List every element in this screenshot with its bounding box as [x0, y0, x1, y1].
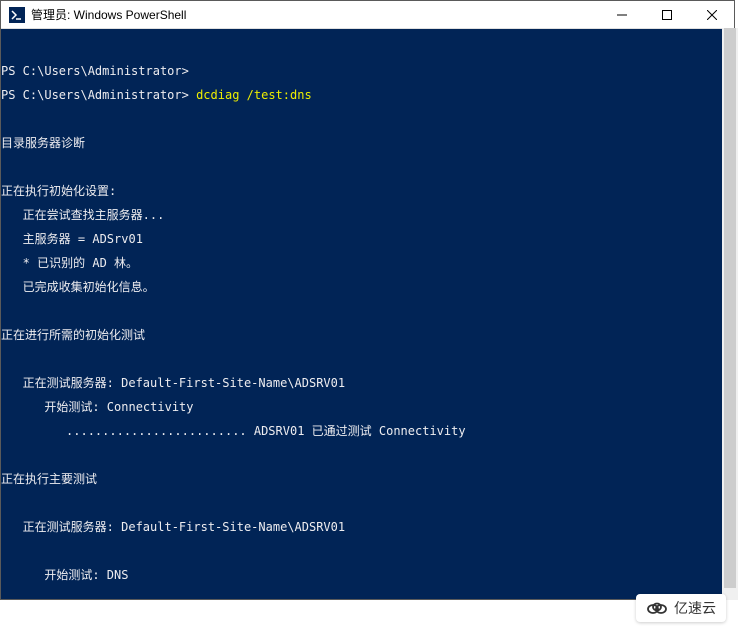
- window-title: 管理员: Windows PowerShell: [31, 6, 599, 23]
- output-line: 主服务器 = ADSrv01: [1, 233, 734, 245]
- output-line: 正在测试服务器: Default-First-Site-Name\ADSRV01: [1, 521, 734, 533]
- prompt-path: PS C:\Users\Administrator>: [1, 88, 189, 102]
- window-controls: [599, 1, 734, 28]
- output-line: [1, 353, 734, 365]
- console-output: PS C:\Users\Administrator> PS C:\Users\A…: [1, 53, 734, 599]
- titlebar[interactable]: 管理员: Windows PowerShell: [1, 1, 734, 29]
- vertical-scrollbar[interactable]: [722, 28, 738, 600]
- output-line: [1, 161, 734, 173]
- output-line: 正在执行初始化设置:: [1, 185, 734, 197]
- scrollbar-thumb[interactable]: [724, 28, 736, 588]
- output-line: [1, 449, 734, 461]
- output-line: ......................... ADSRV01 已通过测试 …: [1, 425, 734, 437]
- output-line: 正在进行所需的初始化测试: [1, 329, 734, 341]
- maximize-button[interactable]: [644, 1, 689, 28]
- output-line: [1, 497, 734, 509]
- output-line: [1, 305, 734, 317]
- console-area[interactable]: PS C:\Users\Administrator> PS C:\Users\A…: [1, 29, 734, 599]
- powershell-icon: [9, 7, 25, 23]
- output-line: 正在测试服务器: Default-First-Site-Name\ADSRV01: [1, 377, 734, 389]
- output-line: 目录服务器诊断: [1, 137, 734, 149]
- output-line: 正在尝试查找主服务器...: [1, 209, 734, 221]
- close-button[interactable]: [689, 1, 734, 28]
- watermark: 亿速云: [636, 594, 726, 622]
- prompt-path: PS C:\Users\Administrator>: [1, 64, 189, 78]
- output-line: 开始测试: Connectivity: [1, 401, 734, 413]
- powershell-window: 管理员: Windows PowerShell PS C:\Users\Admi…: [0, 0, 735, 600]
- output-line: [1, 545, 734, 557]
- output-line: [1, 593, 734, 599]
- output-line: 开始测试: DNS: [1, 569, 734, 581]
- output-line: * 已识别的 AD 林。: [1, 257, 734, 269]
- output-line: 已完成收集初始化信息。: [1, 281, 734, 293]
- cloud-icon: [646, 601, 668, 615]
- minimize-button[interactable]: [599, 1, 644, 28]
- watermark-text: 亿速云: [674, 598, 716, 618]
- output-line: 正在执行主要测试: [1, 473, 734, 485]
- output-line: [1, 113, 734, 125]
- command-text: dcdiag /test:dns: [196, 88, 312, 102]
